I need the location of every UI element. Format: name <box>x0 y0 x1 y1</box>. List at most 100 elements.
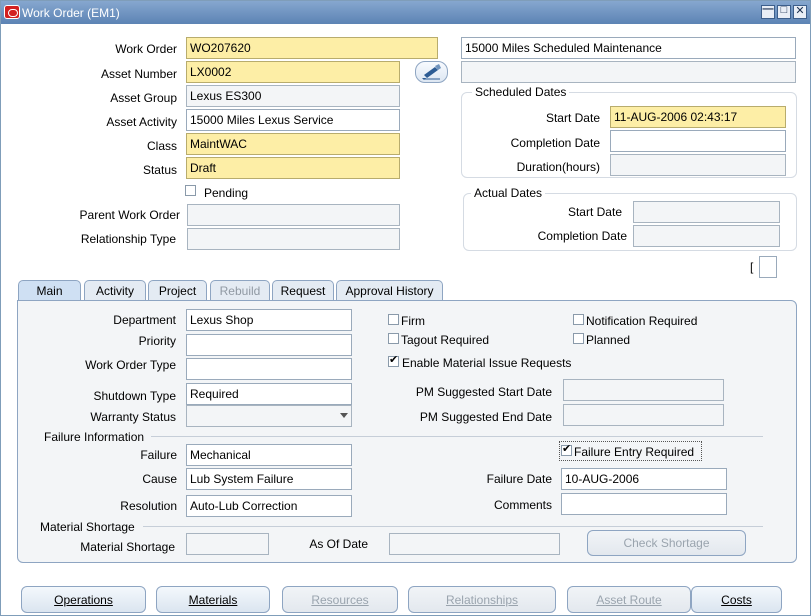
status-field[interactable]: Draft <box>186 157 400 179</box>
as-of-date-label: As Of Date <box>309 537 368 551</box>
operations-button[interactable]: Operations <box>21 586 146 613</box>
asset-lookup-button[interactable] <box>415 61 448 83</box>
materials-button[interactable]: Materials <box>156 586 270 613</box>
department-label: Department <box>113 313 176 327</box>
check-shortage-button[interactable]: Check Shortage <box>587 530 746 556</box>
failure-info-separator <box>151 436 763 437</box>
as-of-date-field <box>389 533 560 555</box>
chevron-down-icon <box>340 413 348 418</box>
actual-start-field <box>633 201 780 223</box>
tab-approval-history[interactable]: Approval History <box>336 280 443 301</box>
failure-field[interactable]: Mechanical <box>186 444 352 466</box>
asset-group-label: Asset Group <box>110 91 177 105</box>
descriptive-flexfield[interactable] <box>759 256 777 278</box>
minimize-button[interactable]: — <box>761 3 775 19</box>
resolution-field[interactable]: Auto-Lub Correction <box>186 495 352 517</box>
asset-route-button[interactable]: Asset Route <box>567 586 691 613</box>
title-bar[interactable]: Work Order (EM1) — □ ✕ <box>1 1 810 24</box>
shutdown-type-field[interactable]: Required <box>186 383 352 405</box>
pm-suggested-start-label: PM Suggested Start Date <box>415 385 552 399</box>
scheduled-dates-title: Scheduled Dates <box>472 85 570 99</box>
warranty-status-label: Warranty Status <box>90 410 176 424</box>
actual-completion-field <box>633 225 780 247</box>
warranty-status-select[interactable] <box>186 405 352 427</box>
material-shortage-field <box>186 533 269 555</box>
tab-project[interactable]: Project <box>148 280 207 301</box>
planned-label: Planned <box>586 333 631 347</box>
asset-number-field[interactable]: LX0002 <box>186 61 400 83</box>
tab-approval-history-label: Approval History <box>345 284 434 298</box>
failure-information-title: Failure Information <box>44 430 145 444</box>
tab-rebuild[interactable]: Rebuild <box>210 280 270 301</box>
close-icon: ✕ <box>795 5 805 17</box>
work-order-type-label: Work Order Type <box>85 358 176 372</box>
folder-bracket: [ <box>750 260 754 274</box>
failure-date-label: Failure Date <box>486 472 552 486</box>
pm-suggested-start-field <box>563 379 724 401</box>
material-shortage-label: Material Shortage <box>80 540 175 554</box>
costs-button[interactable]: Costs <box>691 586 782 613</box>
tab-rebuild-label: Rebuild <box>219 284 261 298</box>
tab-request-label: Request <box>280 284 326 298</box>
operations-label: Operations <box>54 593 113 607</box>
notification-required-checkbox[interactable] <box>573 314 584 325</box>
close-button[interactable]: ✕ <box>793 5 807 19</box>
scheduled-start-label: Start Date <box>545 111 600 125</box>
materials-label: Materials <box>188 593 238 607</box>
failure-label: Failure <box>140 448 177 462</box>
pm-suggested-end-field <box>563 404 724 426</box>
maximize-button[interactable]: □ <box>777 4 791 19</box>
resources-button[interactable]: Resources <box>282 586 398 613</box>
class-field[interactable]: MaintWAC <box>186 133 400 155</box>
cause-label: Cause <box>142 472 177 486</box>
work-order-description-field[interactable]: 15000 Miles Scheduled Maintenance <box>461 37 796 59</box>
tab-request[interactable]: Request <box>272 280 334 301</box>
actual-start-label: Start Date <box>567 205 622 219</box>
work-order-field[interactable]: WO207620 <box>186 37 438 59</box>
tab-main-label: Main <box>36 284 63 298</box>
failure-date-field[interactable]: 10-AUG-2006 <box>561 468 727 490</box>
oracle-logo-icon <box>4 5 20 19</box>
tab-activity[interactable]: Activity <box>84 280 146 301</box>
scheduled-start-field[interactable]: 11-AUG-2006 02:43:17 <box>610 106 786 128</box>
priority-label: Priority <box>138 334 176 348</box>
planned-checkbox[interactable] <box>573 333 584 344</box>
material-shortage-title: Material Shortage <box>40 520 135 534</box>
pending-checkbox[interactable] <box>185 185 196 196</box>
pending-label: Pending <box>204 186 249 200</box>
notification-required-label: Notification Required <box>586 314 698 328</box>
resolution-label: Resolution <box>120 499 177 513</box>
class-label: Class <box>146 139 177 153</box>
asset-route-label: Asset Route <box>596 593 662 607</box>
tab-main[interactable]: Main <box>18 280 81 302</box>
flashlight-icon <box>422 64 441 80</box>
cause-field[interactable]: Lub System Failure <box>186 468 352 490</box>
failure-entry-required-checkbox[interactable] <box>561 442 572 456</box>
maximize-icon: □ <box>780 4 788 16</box>
parent-work-order-field <box>187 204 400 226</box>
tagout-required-label: Tagout Required <box>401 333 490 347</box>
check-shortage-label: Check Shortage <box>623 536 710 550</box>
pm-suggested-end-label: PM Suggested End Date <box>419 410 552 424</box>
firm-checkbox[interactable] <box>388 314 399 325</box>
department-field[interactable]: Lexus Shop <box>186 309 352 331</box>
material-shortage-separator <box>143 526 763 527</box>
scheduled-completion-label: Completion Date <box>510 136 600 150</box>
enable-material-issue-checkbox[interactable] <box>388 353 399 367</box>
tagout-required-checkbox[interactable] <box>388 333 399 344</box>
relationships-button[interactable]: Relationships <box>408 586 556 613</box>
minimize-icon: — <box>762 3 774 15</box>
scheduled-completion-field[interactable] <box>610 130 786 152</box>
actual-completion-label: Completion Date <box>537 229 627 243</box>
comments-field[interactable] <box>561 493 727 515</box>
work-order-type-field[interactable] <box>186 358 352 380</box>
actual-dates-title: Actual Dates <box>471 186 546 200</box>
priority-field[interactable] <box>186 334 352 356</box>
asset-description-field <box>461 61 796 83</box>
enable-material-issue-label: Enable Material Issue Requests <box>402 356 572 370</box>
duration-field <box>610 154 786 176</box>
work-order-window: Work Order (EM1) — □ ✕ Work Order WO2076… <box>0 0 811 616</box>
relationships-label: Relationships <box>445 593 519 607</box>
asset-activity-field[interactable]: 15000 Miles Lexus Service <box>186 109 400 131</box>
comments-label: Comments <box>493 498 552 512</box>
